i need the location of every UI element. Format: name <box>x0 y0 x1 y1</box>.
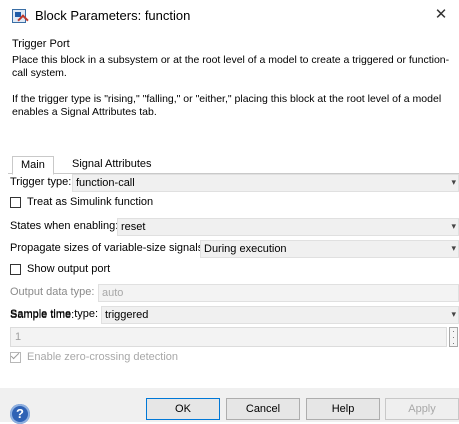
sample-time-type-row: Sample time type: triggered ▾ <box>10 306 459 324</box>
chevron-down-icon: ▾ <box>451 309 456 319</box>
tab-signal-attributes[interactable]: Signal Attributes <box>64 156 160 172</box>
sample-time-label: Sample time: <box>10 309 75 321</box>
sample-time-type-value: triggered <box>105 309 149 321</box>
show-output-port-checkbox[interactable] <box>10 264 21 275</box>
trigger-type-row: Trigger type: function-call ▾ <box>10 174 459 192</box>
propagate-sizes-row: Propagate sizes of variable-size signals… <box>10 240 459 258</box>
propagate-sizes-dropdown[interactable]: During execution ▾ <box>200 240 459 258</box>
zero-crossing-checkbox[interactable] <box>10 350 21 363</box>
propagate-sizes-value: During execution <box>204 243 287 255</box>
output-data-type-row: Output data type: auto <box>10 284 459 302</box>
tab-bar: Main Signal Attributes <box>8 156 459 175</box>
trigger-type-label: Trigger type: <box>10 176 72 188</box>
window-title: Block Parameters: function <box>35 8 191 23</box>
treat-simulink-function-checkbox[interactable] <box>10 197 21 208</box>
chevron-down-icon: ▾ <box>451 243 456 253</box>
apply-button[interactable]: Apply <box>385 398 459 420</box>
close-button[interactable]: ✕ <box>433 7 449 23</box>
ok-button[interactable]: OK <box>146 398 220 420</box>
description-paragraph-2: If the trigger type is "rising," "fallin… <box>12 93 442 118</box>
states-enabling-dropdown[interactable]: reset ▾ <box>117 218 459 236</box>
sample-time-value: 1 <box>15 331 22 343</box>
trigger-type-dropdown[interactable]: function-call ▾ <box>72 174 459 192</box>
treat-simulink-function-label: Treat as Simulink function <box>27 196 154 208</box>
output-data-type-value: auto <box>102 287 124 299</box>
states-enabling-row: States when enabling: reset ▾ <box>10 218 459 236</box>
description-paragraph-1: Place this block in a subsystem or at th… <box>12 54 450 79</box>
output-data-type-label: Output data type: <box>10 286 95 298</box>
show-output-port-label: Show output port <box>27 263 111 275</box>
tab-main[interactable]: Main <box>12 156 54 175</box>
checkmark-icon <box>10 350 20 360</box>
chevron-down-icon: ▾ <box>451 177 456 187</box>
help-question-icon[interactable]: ? <box>10 404 30 424</box>
trigger-type-value: function-call <box>76 177 135 189</box>
cancel-button[interactable]: Cancel <box>226 398 300 420</box>
simulink-block-icon <box>12 9 29 26</box>
sample-time-field[interactable]: 1 <box>10 327 447 347</box>
section-title: Trigger Port <box>12 38 70 50</box>
propagate-sizes-label: Propagate sizes of variable-size signals… <box>10 242 207 254</box>
more-options-button[interactable]: · · · <box>449 327 458 348</box>
zero-crossing-label: Enable zero-crossing detection <box>27 351 179 363</box>
states-enabling-value: reset <box>121 221 146 233</box>
chevron-down-icon: ▾ <box>451 221 456 231</box>
states-enabling-label: States when enabling: <box>10 220 119 232</box>
output-data-type-dropdown[interactable]: auto <box>98 284 459 302</box>
help-button[interactable]: Help <box>306 398 380 420</box>
sample-time-type-dropdown[interactable]: triggered ▾ <box>101 306 459 324</box>
title-bar: Block Parameters: function ✕ <box>0 0 459 32</box>
